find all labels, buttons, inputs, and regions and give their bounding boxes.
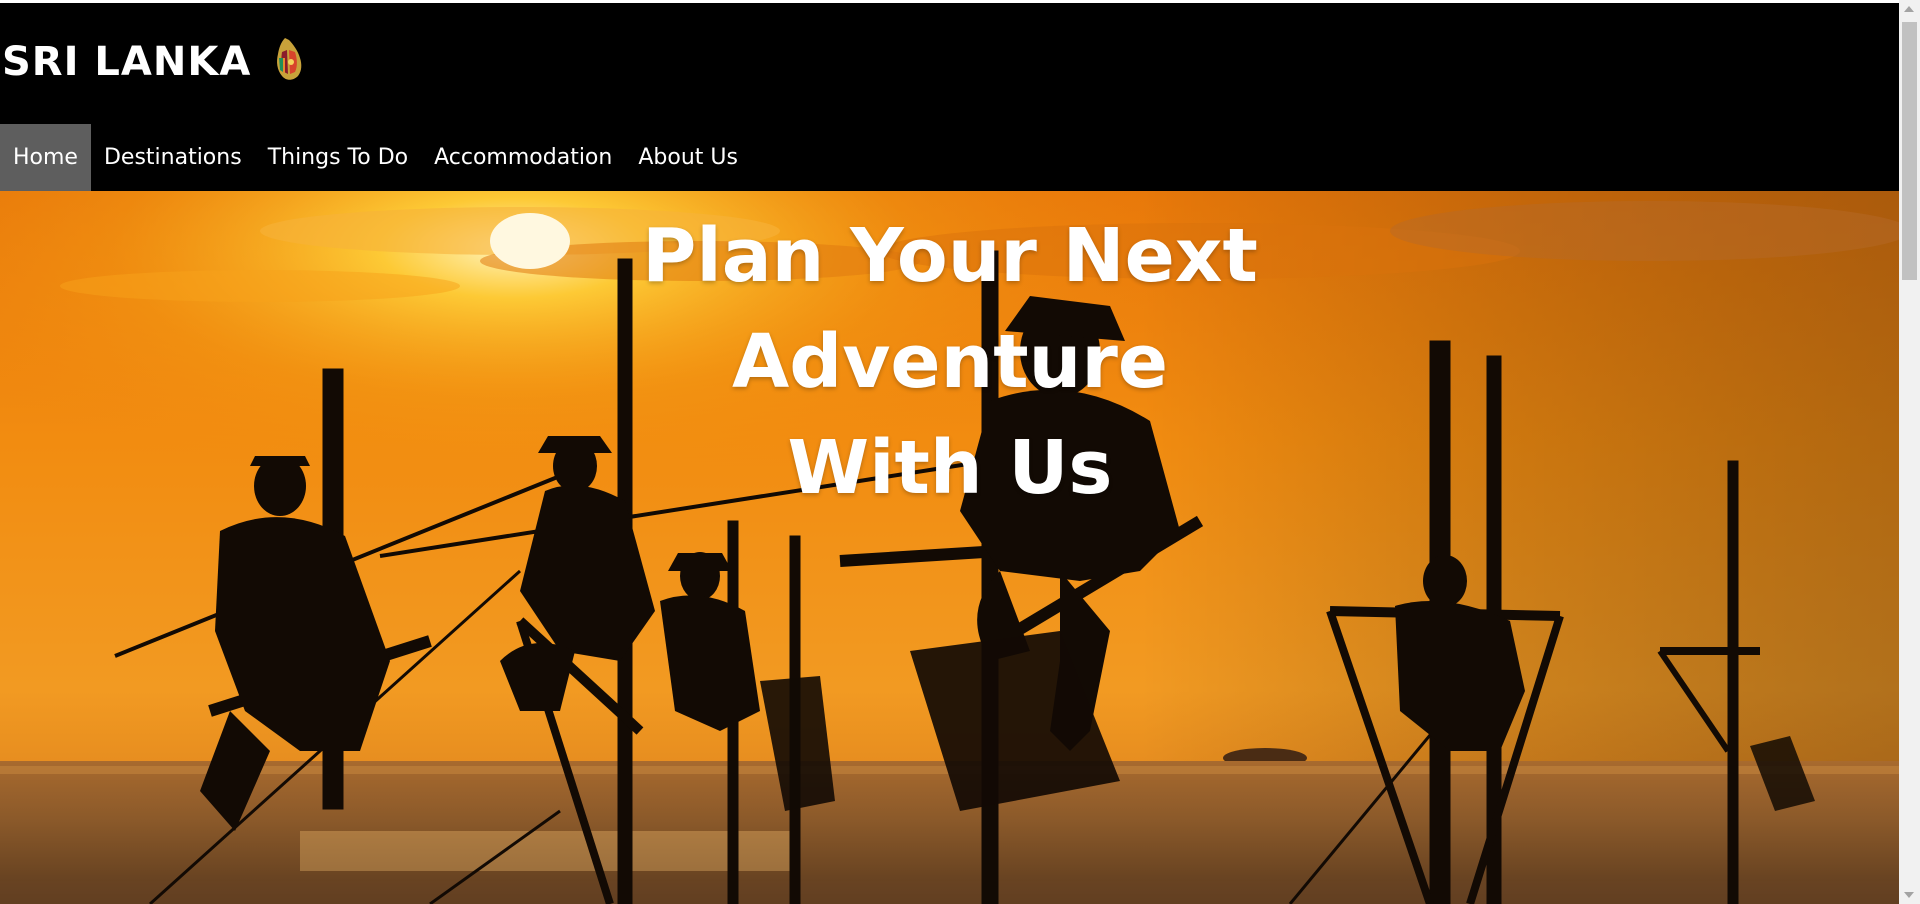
nav-item-accommodation[interactable]: Accommodation: [421, 124, 625, 191]
nav-item-home[interactable]: Home: [0, 124, 91, 191]
scroll-up-arrow-icon[interactable]: [1904, 6, 1914, 12]
nav-item-destinations[interactable]: Destinations: [91, 124, 255, 191]
nav-item-things-to-do[interactable]: Things To Do: [255, 124, 421, 191]
scrollbar-thumb[interactable]: [1902, 22, 1917, 280]
vertical-scrollbar[interactable]: [1899, 0, 1920, 904]
nav-item-about-us[interactable]: About Us: [625, 124, 751, 191]
brand[interactable]: SRI LANKA: [2, 38, 303, 85]
page: SRI LANKA Home Destinations Things To Do…: [0, 0, 1920, 904]
scroll-down-arrow-icon[interactable]: [1904, 892, 1914, 898]
site-header: SRI LANKA Home Destinations Things To Do…: [0, 3, 1899, 191]
site-title: SRI LANKA: [2, 39, 252, 85]
hero-section: Plan Your Next Adventure With Us: [0, 191, 1899, 904]
main-nav: Home Destinations Things To Do Accommoda…: [0, 124, 751, 191]
hero-heading: Plan Your Next Adventure With Us: [642, 213, 1258, 511]
sri-lanka-flag-map-icon: [277, 38, 302, 80]
